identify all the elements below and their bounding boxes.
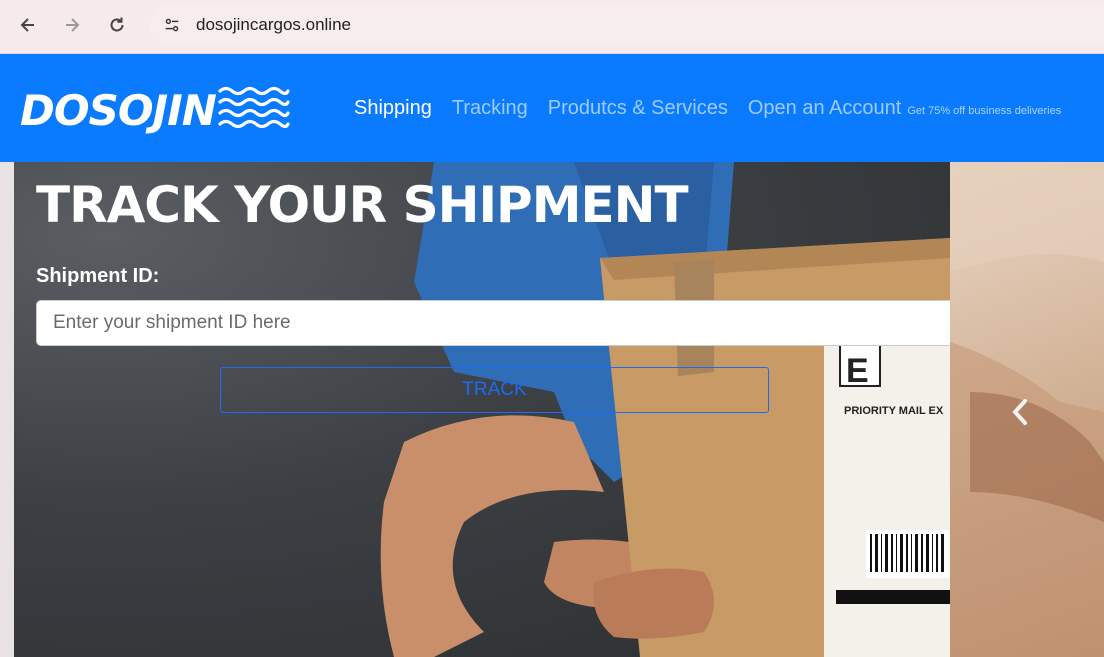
chevron-left-icon[interactable] [1010,398,1030,426]
browser-toolbar: dosojincargos.online [0,0,1104,54]
shipment-id-input[interactable] [36,300,950,346]
track-button[interactable]: TRACK [220,367,769,413]
tune-icon[interactable] [162,15,182,35]
url-text[interactable]: dosojincargos.online [196,15,351,35]
arrow-left-icon [20,18,34,32]
nav-tracking[interactable]: Tracking [452,97,528,120]
logo-text: DOSOJIN [20,85,217,135]
reload-button[interactable] [100,8,134,42]
page-title: TRACK YOUR SHIPMENT [36,176,689,234]
nav-shipping[interactable]: Shipping [354,97,432,120]
open-account-note: Get 75% off business deliveries [907,105,1062,117]
nav-open-account[interactable]: Open an Account [748,97,901,120]
forward-button[interactable] [55,8,89,42]
nav-products-services[interactable]: Produtcs & Services [548,97,728,120]
logo[interactable]: DOSOJIN [20,82,290,138]
hero-carousel: E PRIORITY MAIL EX TRACK YOUR SHIPMENT S… [0,162,1104,657]
reload-icon [110,17,124,32]
address-bar[interactable]: dosojincargos.online [150,4,1104,46]
svg-text:E: E [846,352,869,390]
site-header: DOSOJIN Shipping Tracking Produtcs & Ser… [0,54,1104,162]
svg-text:PRIORITY MAIL EX: PRIORITY MAIL EX [844,405,944,417]
waves-icon [218,86,290,129]
main-nav: Shipping Tracking Produtcs & Services Op… [354,97,1061,120]
hero-slide: E PRIORITY MAIL EX TRACK YOUR SHIPMENT S… [14,162,950,657]
shipment-id-label: Shipment ID: [36,265,160,287]
arrow-right-icon [66,18,80,32]
back-button[interactable] [11,8,45,42]
